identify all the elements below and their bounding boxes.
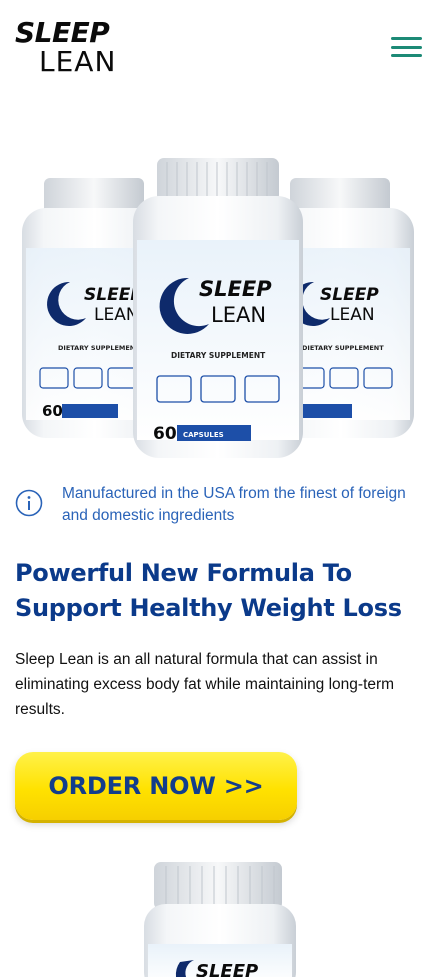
svg-text:SLEEP: SLEEP (320, 285, 379, 305)
info-icon (15, 489, 43, 517)
svg-text:60: 60 (153, 424, 177, 444)
svg-text:DIETARY SUPPLEMENT: DIETARY SUPPLEMENT (302, 344, 384, 352)
svg-text:DIETARY SUPPLEMENT: DIETARY SUPPLEMENT (171, 351, 266, 360)
svg-text:LEAN: LEAN (211, 303, 266, 327)
product-bottle-image-single: SLEEP (144, 862, 296, 977)
bottle-center: SLEEP LEAN DIETARY SUPPLEMENT 60 CAPSULE… (133, 158, 303, 458)
notice-text: Manufactured in the USA from the finest … (62, 485, 406, 524)
svg-text:DIETARY SUPPLEMENT: DIETARY SUPPLEMENT (58, 344, 140, 352)
order-now-button[interactable]: ORDER NOW >> (15, 752, 297, 820)
product-bottles-image: SLEEP LEAN DIETARY SUPPLEMENT 60 SLEEP L… (22, 158, 414, 458)
logo-word-lean: LEAN (39, 45, 117, 78)
svg-text:LEAN: LEAN (94, 305, 139, 325)
svg-text:LEAN: LEAN (330, 305, 375, 325)
logo-word-sleep: SLEEP (15, 16, 110, 49)
svg-text:CAPSULES: CAPSULES (183, 431, 224, 439)
svg-text:60: 60 (42, 402, 63, 420)
intro-paragraph: Sleep Lean is an all natural formula tha… (15, 651, 395, 718)
main-headline: Powerful New Formula To Support Healthy … (15, 559, 402, 622)
svg-text:SLEEP: SLEEP (199, 277, 272, 301)
site-logo[interactable]: SLEEP LEAN (15, 18, 115, 76)
manufacturing-notice: Manufactured in the USA from the finest … (15, 483, 425, 527)
hamburger-menu-icon[interactable] (391, 37, 423, 59)
order-now-label: ORDER NOW >> (48, 772, 264, 800)
svg-text:SLEEP: SLEEP (196, 961, 258, 977)
